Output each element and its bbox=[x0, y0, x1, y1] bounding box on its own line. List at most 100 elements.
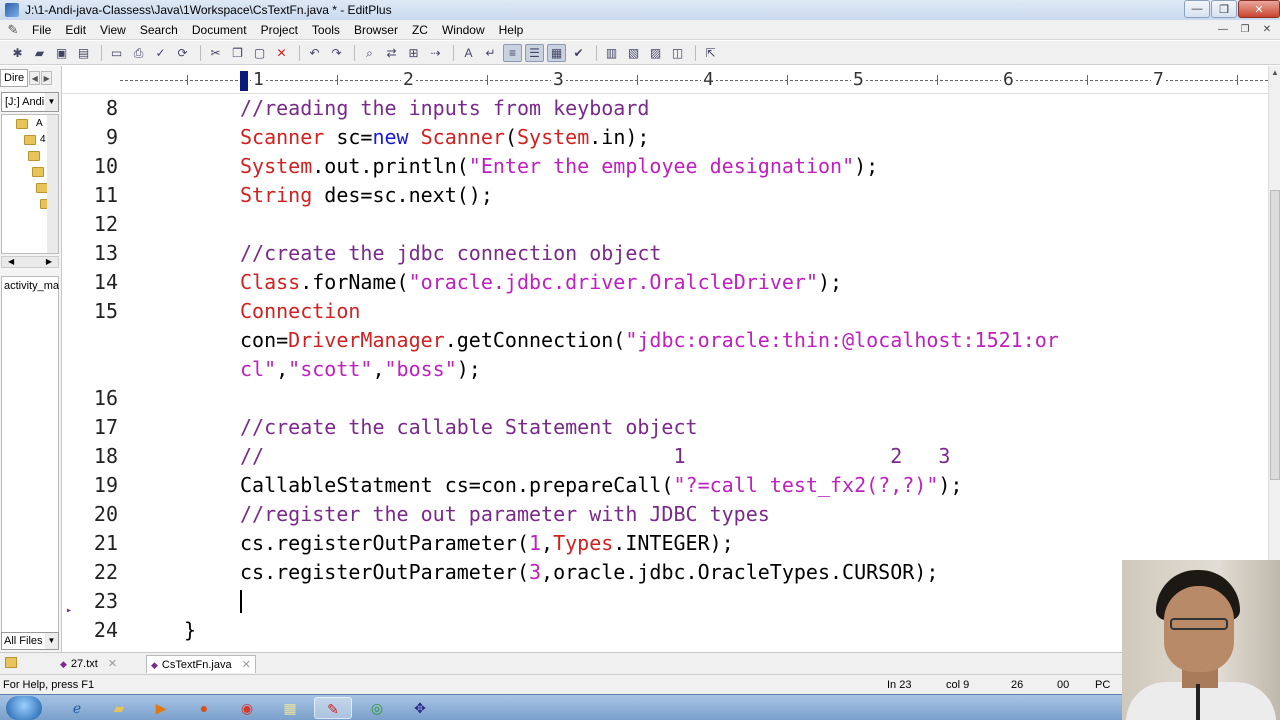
ruler-toggle-icon[interactable]: ≡ bbox=[503, 43, 522, 62]
code-line[interactable]: 10 System.out.println("Enter the employee… bbox=[62, 152, 1268, 181]
tree-item-label[interactable]: 4 bbox=[40, 134, 46, 145]
redo-icon[interactable]: ↷ bbox=[327, 44, 346, 62]
cut-icon[interactable]: ✂ bbox=[206, 44, 225, 62]
refresh-icon[interactable]: ⟳ bbox=[173, 44, 192, 62]
scroll-up-icon[interactable]: ▲ bbox=[1269, 66, 1280, 80]
paste-icon[interactable]: ▢ bbox=[250, 44, 269, 62]
chrome-icon[interactable]: ◉ bbox=[228, 697, 266, 719]
folder-icon[interactable] bbox=[5, 657, 17, 668]
media-player-icon[interactable]: ▶ bbox=[142, 697, 180, 719]
doc-minimize-button[interactable]: — bbox=[1214, 22, 1232, 38]
goto-icon[interactable]: ⇢ bbox=[426, 44, 445, 62]
save-all-icon[interactable]: ▤ bbox=[74, 44, 93, 62]
menu-document[interactable]: Document bbox=[185, 20, 254, 40]
tree-horizontal-scrollbar[interactable]: ◀ ▶ bbox=[1, 256, 59, 268]
code-line[interactable]: 23 ▸ bbox=[62, 587, 1268, 616]
tab-scroll-left-icon[interactable]: ◀ bbox=[29, 71, 41, 85]
start-button[interactable] bbox=[6, 696, 42, 720]
code-line[interactable]: 21 cs.registerOutParameter(1,Types.INTEGE… bbox=[62, 529, 1268, 558]
minimize-button[interactable]: — bbox=[1184, 0, 1210, 18]
close-tab-icon[interactable]: ✕ bbox=[242, 656, 251, 674]
menu-help[interactable]: Help bbox=[492, 20, 531, 40]
code-line[interactable]: 14 Class.forName("oracle.jdbc.driver.Oral… bbox=[62, 268, 1268, 297]
tab-directory[interactable]: Dire bbox=[0, 69, 29, 87]
code-line[interactable]: 17 //create the callable Statement object bbox=[62, 413, 1268, 442]
code-line[interactable]: 24} bbox=[62, 616, 1268, 645]
menu-view[interactable]: View bbox=[93, 20, 133, 40]
firefox-icon[interactable]: ● bbox=[185, 697, 223, 719]
find-in-files-icon[interactable]: ⊞ bbox=[404, 44, 423, 62]
folder-icon[interactable]: ▦ bbox=[271, 697, 309, 719]
menu-zc[interactable]: ZC bbox=[405, 20, 435, 40]
delete-icon[interactable]: ✕ bbox=[272, 44, 291, 62]
menu-tools[interactable]: Tools bbox=[305, 20, 347, 40]
menu-edit[interactable]: Edit bbox=[58, 20, 93, 40]
tab-cstextfn-java[interactable]: ◆ CsTextFn.java ✕ bbox=[146, 655, 256, 673]
folder-tree[interactable]: A 4 bbox=[1, 114, 59, 254]
menu-project[interactable]: Project bbox=[254, 20, 305, 40]
check-icon[interactable]: ✔ bbox=[569, 44, 588, 62]
code-line[interactable]: 20 //register the out parameter with JDBC… bbox=[62, 500, 1268, 529]
code-line[interactable]: 11 String des=sc.next(); bbox=[62, 181, 1268, 210]
code-line[interactable]: 16 bbox=[62, 384, 1268, 413]
editplus-icon[interactable]: ✎ bbox=[314, 697, 352, 719]
print-preview-icon[interactable]: ▭ bbox=[107, 44, 126, 62]
cliptext-window-icon[interactable]: ▧ bbox=[624, 44, 643, 62]
code-line[interactable]: con=DriverManager.getConnection("jdbc:or… bbox=[62, 326, 1268, 355]
font-icon[interactable]: A bbox=[459, 44, 478, 62]
replace-icon[interactable]: ⇄ bbox=[382, 44, 401, 62]
code-line[interactable]: 8 //reading the inputs from keyboard bbox=[62, 94, 1268, 123]
output-window-icon[interactable]: ▨ bbox=[646, 44, 665, 62]
open-folder-icon[interactable]: ▰ bbox=[30, 44, 49, 62]
tab-27-txt[interactable]: ◆ 27.txt ✕ bbox=[56, 655, 121, 673]
scroll-right-icon[interactable]: ▶ bbox=[46, 257, 52, 267]
menu-window[interactable]: Window bbox=[435, 20, 492, 40]
menu-browser[interactable]: Browser bbox=[347, 20, 405, 40]
qt-icon[interactable]: ◎ bbox=[358, 697, 396, 719]
close-tab-icon[interactable]: ✕ bbox=[108, 655, 117, 673]
code-line[interactable]: 15 Connection bbox=[62, 297, 1268, 326]
menu-search[interactable]: Search bbox=[133, 20, 185, 40]
maximize-button[interactable]: ❐ bbox=[1211, 0, 1237, 18]
drive-select[interactable]: [J:] Andi ▼ bbox=[1, 92, 59, 112]
word-wrap-icon[interactable]: ↵ bbox=[481, 44, 500, 62]
code-line[interactable]: 12 bbox=[62, 210, 1268, 239]
tree-item-label[interactable]: A bbox=[36, 118, 43, 129]
spellcheck-icon[interactable]: ✓ bbox=[151, 44, 170, 62]
code-line[interactable]: 13 //create the jdbc connection object bbox=[62, 239, 1268, 268]
file-filter-select[interactable]: All Files ▼ bbox=[1, 632, 59, 650]
menu-file[interactable]: File bbox=[25, 20, 58, 40]
help-pointer-icon[interactable]: ⇱ bbox=[701, 44, 720, 62]
code-line[interactable]: cl","scott","boss"); bbox=[62, 355, 1268, 384]
explorer-icon[interactable]: ▰ bbox=[100, 697, 138, 719]
chevron-down-icon[interactable]: ▼ bbox=[45, 633, 58, 649]
file-list[interactable]: activity_ma bbox=[1, 276, 59, 636]
code-line[interactable]: 18 // 1 2 3 bbox=[62, 442, 1268, 471]
print-icon[interactable]: ⎙ bbox=[129, 44, 148, 62]
column-select-icon[interactable]: ▦ bbox=[547, 43, 566, 62]
code-editor[interactable]: 8 //reading the inputs from keyboard 9 Scan… bbox=[62, 94, 1268, 652]
scroll-left-icon[interactable]: ◀ bbox=[8, 257, 14, 267]
tab-scroll-right-icon[interactable]: ▶ bbox=[41, 71, 53, 85]
toolkit-icon[interactable]: ✥ bbox=[401, 697, 439, 719]
line-number-toggle-icon[interactable]: ☰ bbox=[525, 43, 544, 62]
copy-icon[interactable]: ❐ bbox=[228, 44, 247, 62]
ie-icon[interactable]: ℯ bbox=[58, 697, 96, 719]
new-file-icon[interactable]: ✱ bbox=[8, 44, 27, 62]
code-line[interactable]: 22 cs.registerOutParameter(3,oracle.jdbc.… bbox=[62, 558, 1268, 587]
code-line[interactable]: 9 Scanner sc=new Scanner(System.in); bbox=[62, 123, 1268, 152]
close-button[interactable]: ✕ bbox=[1238, 0, 1280, 18]
directory-window-icon[interactable]: ▥ bbox=[602, 44, 621, 62]
browser-icon[interactable]: ◫ bbox=[668, 44, 687, 62]
undo-icon[interactable]: ↶ bbox=[305, 44, 324, 62]
tree-scrollbar[interactable] bbox=[47, 115, 58, 253]
file-list-item[interactable]: activity_ma bbox=[2, 280, 59, 292]
find-icon[interactable]: ⌕ bbox=[360, 44, 379, 62]
doc-restore-button[interactable]: ❐ bbox=[1236, 22, 1254, 38]
chevron-down-icon[interactable]: ▼ bbox=[45, 93, 58, 111]
save-icon[interactable]: ▣ bbox=[52, 44, 71, 62]
doc-close-button[interactable]: ✕ bbox=[1258, 22, 1276, 38]
scrollbar-thumb[interactable] bbox=[1270, 190, 1280, 480]
code-line[interactable]: 19 CallableStatment cs=con.prepareCall("?… bbox=[62, 471, 1268, 500]
pen-icon[interactable]: ✎ bbox=[5, 22, 21, 38]
